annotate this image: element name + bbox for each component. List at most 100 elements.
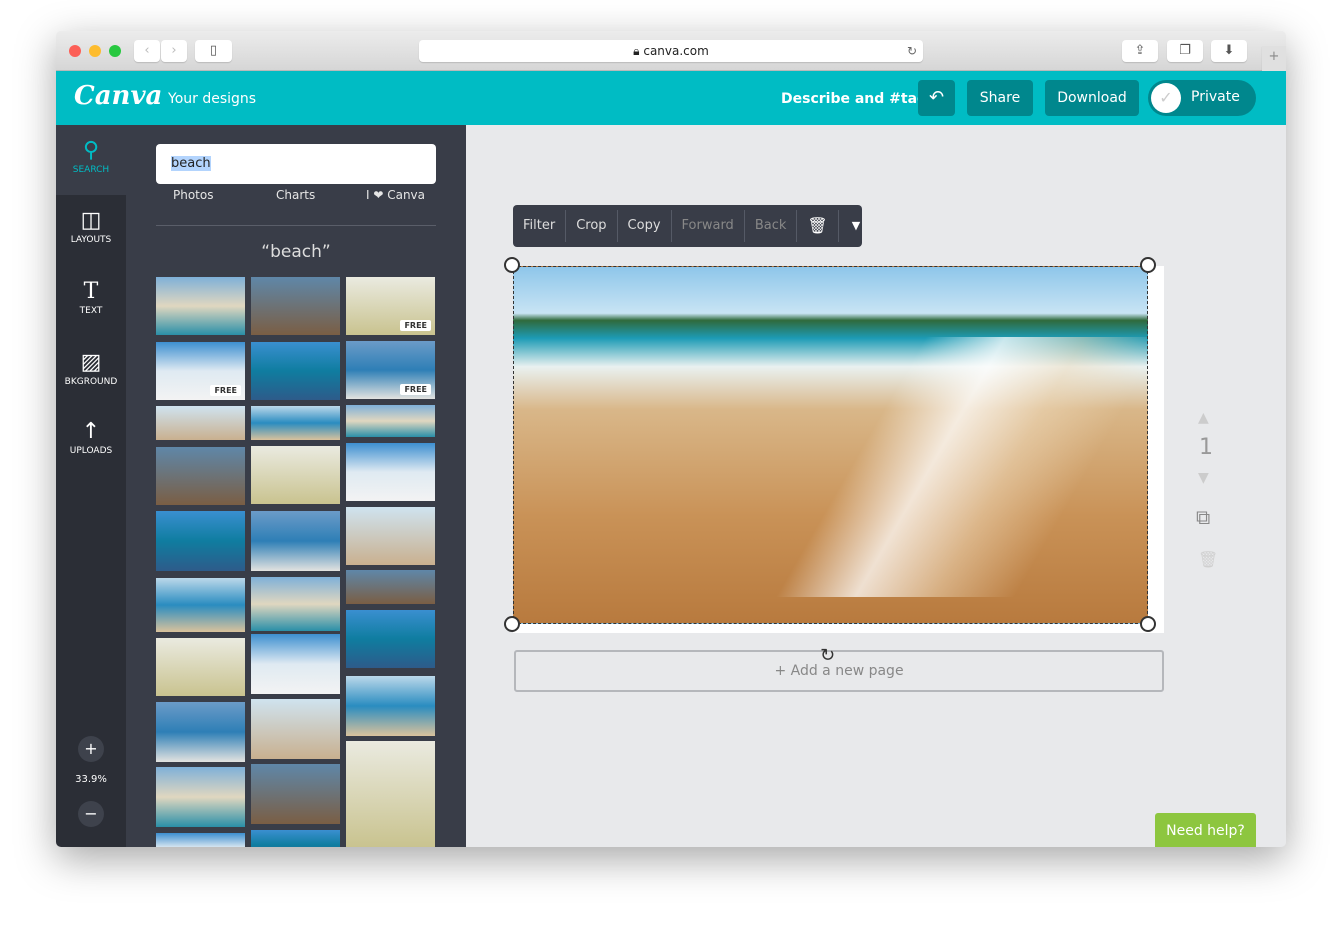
photo-thumbnail[interactable] <box>156 447 245 505</box>
photo-thumbnail[interactable] <box>346 570 435 604</box>
rail-label: LAYOUTS <box>70 235 112 245</box>
photo-thumbnail[interactable] <box>346 507 435 565</box>
free-badge: FREE <box>400 320 431 331</box>
undo-button[interactable]: ↶ <box>918 80 955 116</box>
resize-handle[interactable] <box>504 257 520 273</box>
text-icon: T <box>83 279 99 304</box>
trash-icon[interactable]: 🗑︎ <box>797 210 839 242</box>
new-tab-icon[interactable]: + <box>1262 46 1286 71</box>
page-down-icon[interactable]: ▼ <box>1198 470 1209 486</box>
category-i-love-canva[interactable]: I ❤ Canva <box>366 188 425 202</box>
photo-thumbnail[interactable] <box>156 277 245 335</box>
url-text: canva.com <box>643 44 709 58</box>
resize-handle[interactable] <box>1140 616 1156 632</box>
more-dropdown-icon[interactable]: ▼ <box>839 210 873 242</box>
delete-page-icon[interactable]: 🗑︎ <box>1198 550 1218 569</box>
crop-button[interactable]: Crop <box>566 210 618 242</box>
rail-search[interactable]: ⚲ SEARCH <box>56 125 126 195</box>
filter-button[interactable]: Filter <box>513 210 567 242</box>
rotate-icon[interactable]: ↻ <box>820 645 835 666</box>
download-button[interactable]: Download <box>1045 80 1139 116</box>
check-icon: ✓ <box>1151 83 1181 113</box>
page-up-icon[interactable]: ▲ <box>1198 410 1209 426</box>
rail-label: BKGROUND <box>64 377 118 387</box>
maximize-window-button[interactable] <box>109 45 121 57</box>
your-designs-link[interactable]: Your designs <box>168 91 256 107</box>
downloads-icon[interactable]: ⬇ <box>1211 40 1247 62</box>
search-panel: beach Photos Charts I ❤ Canva “beach” FR… <box>126 125 466 847</box>
divider <box>156 225 436 226</box>
free-badge: FREE <box>400 384 431 395</box>
undo-icon: ↶ <box>928 87 945 108</box>
photo-thumbnail[interactable] <box>156 638 245 696</box>
resize-handle[interactable] <box>1140 257 1156 273</box>
photo-thumbnail[interactable] <box>156 511 245 571</box>
privacy-toggle[interactable]: ✓ Private <box>1148 80 1256 116</box>
add-page-button[interactable]: + Add a new page <box>514 650 1164 692</box>
photo-thumbnail[interactable] <box>251 511 340 571</box>
background-icon: ▨ <box>80 350 102 375</box>
need-help-button[interactable]: Need help? <box>1155 813 1256 847</box>
share-page-icon[interactable]: ⇪ <box>1122 40 1158 62</box>
image-toolbar: Filter Crop Copy Forward Back 🗑︎ ▼ <box>513 205 862 247</box>
copy-button[interactable]: Copy <box>618 210 672 242</box>
rail-background[interactable]: ▨ BKGROUND <box>56 337 126 407</box>
back-icon[interactable]: ‹ <box>134 40 160 62</box>
zoom-in-button[interactable]: + <box>78 736 104 762</box>
back-button[interactable]: Back <box>745 210 798 242</box>
photo-thumbnail[interactable] <box>156 767 245 827</box>
sidebar-icon[interactable]: ▯ <box>195 40 232 62</box>
minimize-window-button[interactable] <box>89 45 101 57</box>
rail-uploads[interactable]: ↑ UPLOADS <box>56 406 126 476</box>
describe-tag-link[interactable]: Describe and #tag <box>781 91 927 107</box>
search-value: beach <box>171 156 211 171</box>
share-button[interactable]: Share <box>967 80 1033 116</box>
photo-thumbnail[interactable] <box>156 702 245 762</box>
photo-thumbnail[interactable] <box>346 610 435 668</box>
forward-button[interactable]: Forward <box>672 210 745 242</box>
photo-thumbnail[interactable] <box>156 833 245 847</box>
photo-thumbnail[interactable] <box>251 634 340 694</box>
photo-thumbnail[interactable] <box>251 446 340 504</box>
photo-thumbnail[interactable]: FREE <box>346 277 435 335</box>
photo-thumbnail[interactable] <box>156 578 245 632</box>
tabs-icon[interactable]: ❐ <box>1167 40 1203 62</box>
layouts-icon: ◫ <box>80 208 102 233</box>
photo-thumbnail[interactable] <box>251 277 340 335</box>
photo-thumbnail[interactable] <box>251 699 340 759</box>
rail-label: SEARCH <box>72 165 110 175</box>
photo-thumbnail[interactable] <box>156 406 245 440</box>
duplicate-page-icon[interactable]: ⧉ <box>1196 505 1210 529</box>
rail-text[interactable]: T TEXT <box>56 266 126 336</box>
photo-thumbnail[interactable] <box>251 342 340 400</box>
photo-thumbnail[interactable] <box>346 676 435 736</box>
photo-thumbnail[interactable]: FREE <box>346 341 435 399</box>
photo-thumbnail[interactable] <box>251 830 340 847</box>
photo-thumbnail[interactable] <box>346 443 435 501</box>
search-input[interactable]: beach <box>156 144 436 184</box>
beach-photo[interactable] <box>513 266 1148 624</box>
category-charts[interactable]: Charts <box>276 188 315 202</box>
forward-icon[interactable]: › <box>161 40 187 62</box>
rail-layouts[interactable]: ◫ LAYOUTS <box>56 195 126 265</box>
lock-icon: 🔒︎ <box>633 44 644 58</box>
design-page[interactable] <box>504 257 1164 633</box>
photo-thumbnail[interactable] <box>346 405 435 437</box>
canva-logo[interactable]: Canva <box>74 81 162 111</box>
rail-label: TEXT <box>79 306 103 316</box>
app-header: Canva Your designs Describe and #tag ↶ S… <box>56 71 1286 125</box>
results-title: “beach” <box>261 242 331 262</box>
page-number: 1 <box>1199 435 1213 460</box>
category-photos[interactable]: Photos <box>173 188 213 202</box>
photo-thumbnail[interactable] <box>251 764 340 824</box>
address-bar[interactable]: 🔒︎ canva.com ↻ <box>419 40 923 62</box>
photo-thumbnail[interactable] <box>346 741 435 847</box>
upload-icon: ↑ <box>81 419 101 444</box>
photo-thumbnail[interactable]: FREE <box>156 342 245 400</box>
reload-icon[interactable]: ↻ <box>907 40 917 62</box>
zoom-out-button[interactable]: − <box>78 801 104 827</box>
resize-handle[interactable] <box>504 616 520 632</box>
photo-thumbnail[interactable] <box>251 577 340 631</box>
photo-thumbnail[interactable] <box>251 406 340 440</box>
close-window-button[interactable] <box>69 45 81 57</box>
